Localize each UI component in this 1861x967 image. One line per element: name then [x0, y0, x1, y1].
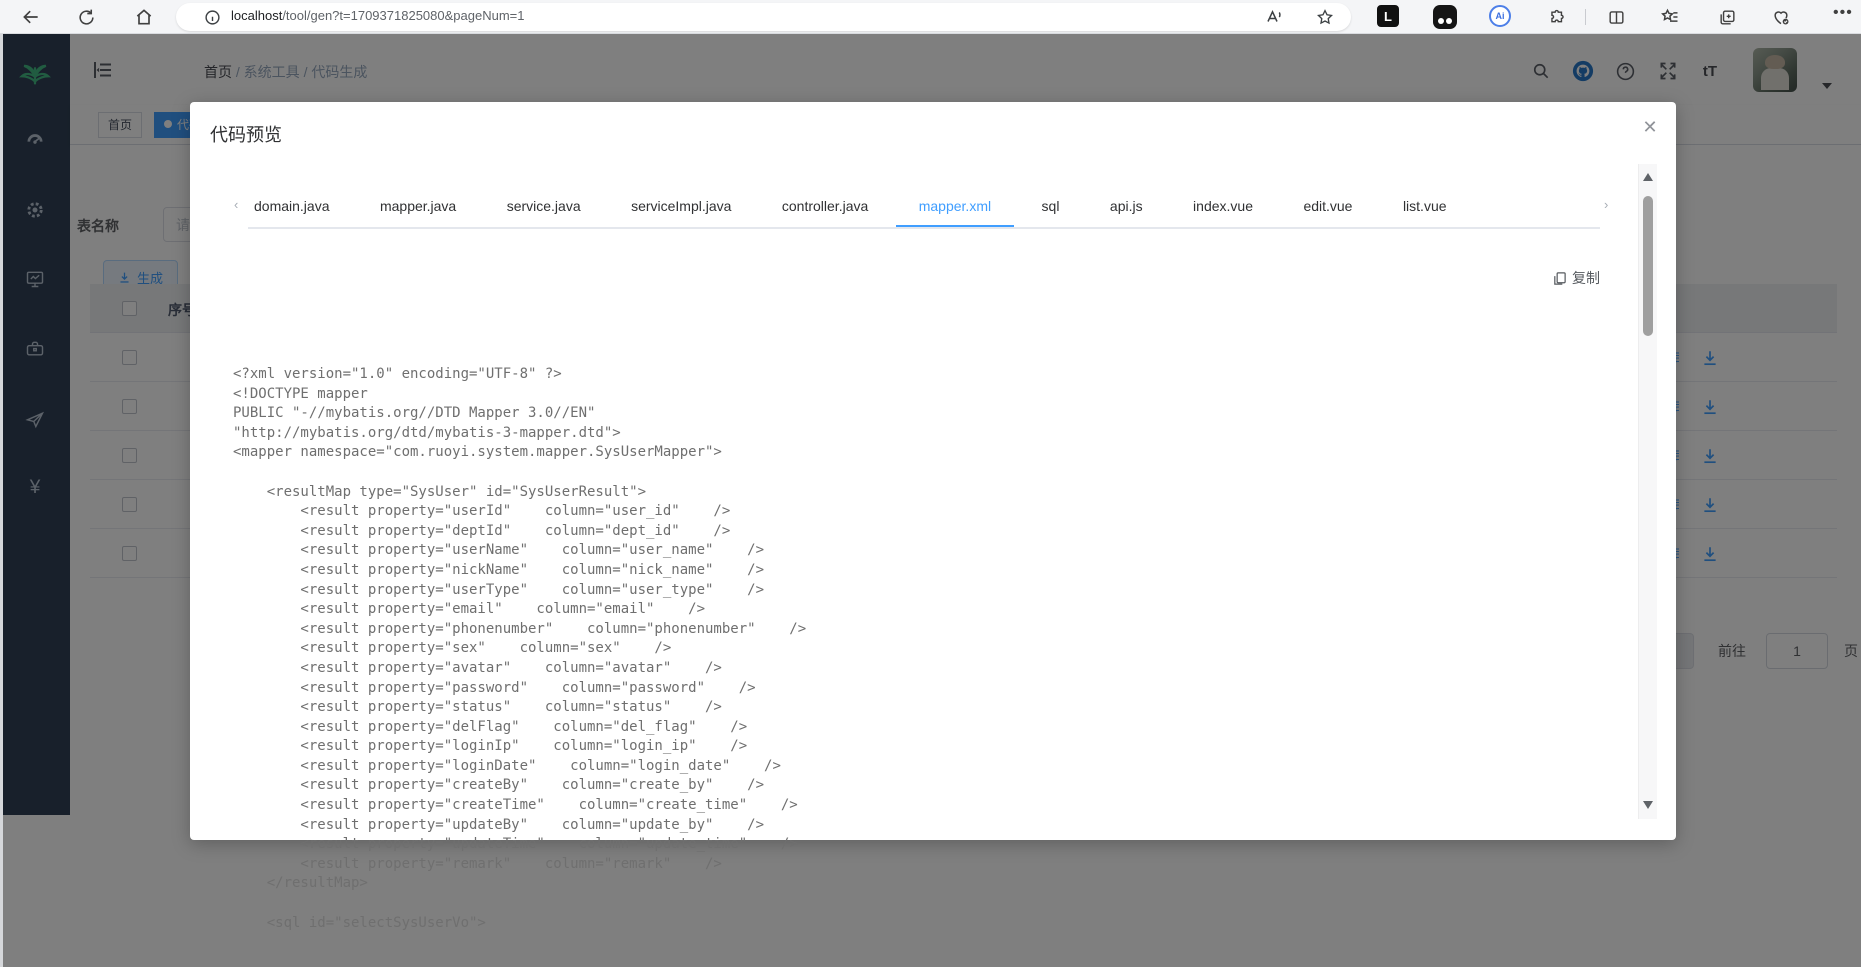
tab-service-java[interactable]: service.java — [484, 185, 604, 227]
tabs-scroll-prev-icon[interactable]: ‹ — [234, 197, 238, 212]
file-tabs: domain.java mapper.java service.java ser… — [248, 185, 1600, 229]
scroll-down-icon[interactable] — [1643, 801, 1653, 809]
extension-ai-icon[interactable]: Ai — [1489, 5, 1511, 27]
tab-sql[interactable]: sql — [1019, 185, 1083, 227]
extension-dark-icon[interactable] — [1433, 5, 1457, 29]
dialog-title: 代码预览 — [210, 125, 282, 145]
browser-toolbar: localhost/tool/gen?t=1709371825080&pageN… — [0, 0, 1861, 34]
favorite-star-icon[interactable] — [1315, 7, 1335, 27]
window-edge — [0, 34, 3, 967]
browser-essentials-icon[interactable] — [1769, 5, 1793, 29]
more-menu-icon[interactable]: ••• — [1833, 4, 1853, 22]
toolbar-divider — [1585, 9, 1586, 25]
extension-l-icon[interactable]: L — [1377, 5, 1399, 27]
tab-api-js[interactable]: api.js — [1087, 185, 1166, 227]
home-icon[interactable] — [132, 5, 156, 29]
screen: localhost/tool/gen?t=1709371825080&pageN… — [0, 0, 1861, 967]
tab-index-vue[interactable]: index.vue — [1170, 185, 1276, 227]
split-screen-icon[interactable] — [1604, 5, 1628, 29]
refresh-icon[interactable] — [74, 5, 98, 29]
tab-mapper-xml[interactable]: mapper.xml — [895, 185, 1015, 227]
tabs-scroll-next-icon[interactable]: › — [1604, 197, 1608, 212]
copy-icon — [1554, 271, 1566, 285]
tab-serviceimpl-java[interactable]: serviceImpl.java — [608, 185, 754, 227]
tab-edit-vue[interactable]: edit.vue — [1280, 185, 1375, 227]
tab-list-vue[interactable]: list.vue — [1380, 185, 1470, 227]
url-domain: localhost — [231, 8, 283, 23]
tab-domain-java[interactable]: domain.java — [248, 185, 353, 227]
site-info-icon[interactable] — [202, 7, 222, 27]
scrollbar-thumb[interactable] — [1643, 196, 1653, 336]
scroll-up-icon[interactable] — [1643, 173, 1653, 181]
collections-icon[interactable] — [1715, 5, 1739, 29]
code-content[interactable]: <?xml version="1.0" encoding="UTF-8" ?> … — [233, 365, 1613, 933]
tab-mapper-java[interactable]: mapper.java — [357, 185, 479, 227]
read-aloud-icon[interactable] — [1264, 7, 1284, 27]
copy-button[interactable]: 复制 — [1552, 268, 1600, 288]
url-text[interactable]: localhost/tool/gen?t=1709371825080&pageN… — [231, 8, 524, 23]
favorites-list-icon[interactable] — [1658, 5, 1682, 29]
dialog-close-icon[interactable]: ✕ — [1638, 117, 1662, 138]
url-path: /tool/gen?t=1709371825080&pageNum=1 — [282, 8, 525, 23]
dialog-scrollbar[interactable] — [1638, 164, 1657, 819]
back-icon[interactable] — [19, 5, 43, 29]
tab-controller-java[interactable]: controller.java — [759, 185, 891, 227]
code-preview-dialog: 代码预览 ✕ ‹ domain.java mapper.java service… — [190, 102, 1676, 931]
extensions-puzzle-icon[interactable] — [1545, 6, 1569, 30]
